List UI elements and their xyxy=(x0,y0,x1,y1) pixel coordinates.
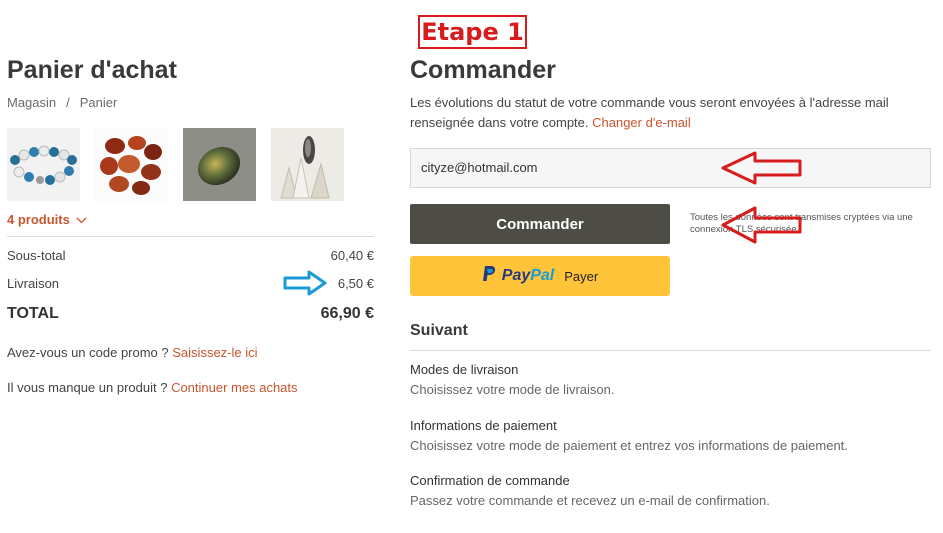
total-label: TOTAL xyxy=(7,305,59,322)
breadcrumb: Magasin / Panier xyxy=(7,95,117,110)
total-value: 66,90 € xyxy=(320,305,374,322)
product-thumbnails xyxy=(7,128,344,201)
blue-arrow-icon xyxy=(283,270,327,301)
paypal-button-label: Payer xyxy=(564,268,599,284)
breadcrumb-cart: Panier xyxy=(79,95,118,110)
paypal-wordmark: PayPal xyxy=(502,267,554,285)
product-thumb-carnelian[interactable] xyxy=(95,128,168,201)
checkout-title: Commander xyxy=(410,56,556,84)
email-info-text: Les évolutions du statut de votre comman… xyxy=(410,93,910,133)
order-button[interactable]: Commander xyxy=(410,204,670,244)
breadcrumb-separator: / xyxy=(66,95,70,110)
red-arrow-icon xyxy=(720,205,804,250)
subtotal-label: Sous-total xyxy=(7,248,66,263)
product-thumb-labradorite[interactable] xyxy=(183,128,256,201)
red-arrow-icon xyxy=(720,150,804,191)
continue-shopping-line: Il vous manque un produit ? Continuer me… xyxy=(7,380,298,395)
step-payment-desc: Choisissez votre mode de paiement et ent… xyxy=(410,438,848,453)
subtotal-value: 60,40 € xyxy=(330,248,374,263)
paypal-wordmark-pay: Pay xyxy=(501,267,531,284)
paypal-button[interactable]: PayPal Payer xyxy=(410,256,670,296)
product-thumb-crystal-pendant[interactable] xyxy=(271,128,344,201)
product-count-label: 4 produits xyxy=(7,212,70,227)
next-steps-title: Suivant xyxy=(410,322,468,339)
chevron-down-icon xyxy=(76,212,87,227)
product-thumb-bracelet[interactable] xyxy=(7,128,80,201)
continue-shopping-link[interactable]: Continuer mes achats xyxy=(171,380,297,395)
next-steps-divider xyxy=(410,350,931,351)
paypal-logo-icon xyxy=(482,265,496,287)
subtotal-row: Sous-total 60,40 € xyxy=(7,248,374,263)
total-row: TOTAL 66,90 € xyxy=(7,305,374,323)
promo-line: Avez-vous un code promo ? Saisissez-le i… xyxy=(7,345,258,360)
product-count-toggle[interactable]: 4 produits xyxy=(7,212,87,227)
cart-divider xyxy=(7,236,374,237)
step-shipping-title: Modes de livraison xyxy=(410,362,519,377)
step-payment-title: Informations de paiement xyxy=(410,418,557,433)
missing-product-text: Il vous manque un produit ? xyxy=(7,380,168,395)
change-email-link[interactable]: Changer d'e-mail xyxy=(592,115,691,130)
shipping-label: Livraison xyxy=(7,276,60,291)
step-confirmation-desc: Passez votre commande et recevez un e-ma… xyxy=(410,493,770,508)
cart-title: Panier d'achat xyxy=(7,56,177,84)
breadcrumb-shop-link[interactable]: Magasin xyxy=(7,95,56,110)
step-confirmation-title: Confirmation de commande xyxy=(410,473,570,488)
paypal-wordmark-pal: Pal xyxy=(530,267,555,284)
step-shipping-desc: Choisissez votre mode de livraison. xyxy=(410,382,615,397)
promo-text: Avez-vous un code promo ? xyxy=(7,345,169,360)
step-annotation-label: Etape 1 xyxy=(418,15,527,49)
email-field[interactable]: cityze@hotmail.com xyxy=(410,148,931,188)
promo-link[interactable]: Saisissez-le ici xyxy=(172,345,257,360)
shipping-value: 6,50 € xyxy=(337,276,374,291)
